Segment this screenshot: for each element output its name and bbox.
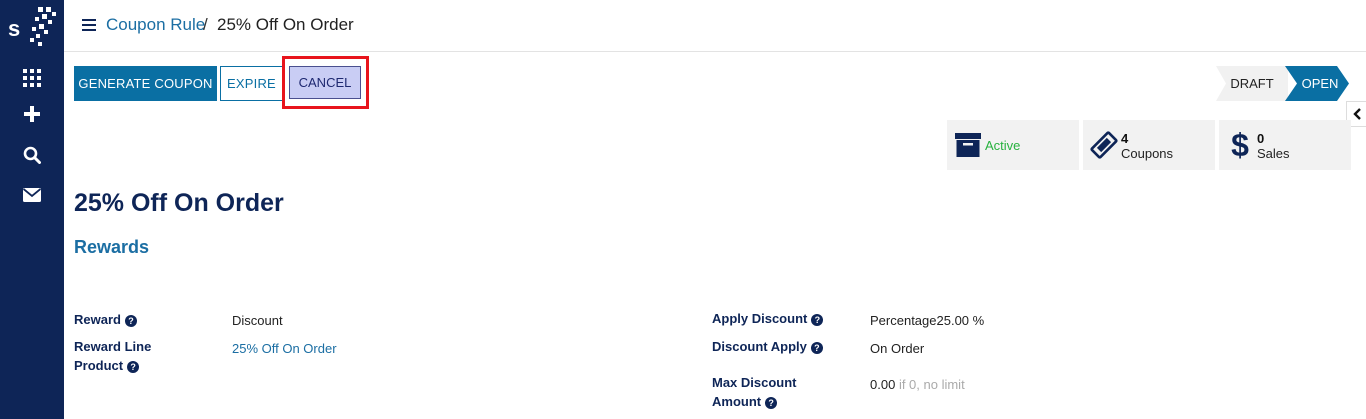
svg-text:$: $	[1231, 128, 1249, 162]
help-icon[interactable]: ?	[810, 342, 823, 354]
top-bar: Coupon Rule / 25% Off On Order	[64, 0, 1366, 52]
help-icon[interactable]: ?	[127, 361, 140, 373]
cancel-button[interactable]: CANCEL	[289, 66, 361, 99]
max-discount-hint: if 0, no limit	[898, 377, 965, 392]
breadcrumb-current: 25% Off On Order	[217, 15, 354, 34]
status-draft[interactable]: DRAFT	[1216, 66, 1288, 101]
sales-smart-button[interactable]: $ 0 Sales	[1219, 120, 1351, 170]
expire-button[interactable]: EXPIRE	[220, 66, 283, 101]
sales-label: Sales	[1257, 146, 1290, 161]
apps-grid-icon[interactable]	[20, 66, 44, 90]
archive-box-icon	[953, 130, 983, 160]
ticket-icon	[1089, 130, 1119, 160]
apply-discount-value: Percentage25.00 %	[870, 313, 985, 328]
sidebar: s	[0, 0, 64, 419]
reward-line-label-line2: Product	[74, 358, 124, 373]
cancel-button-highlight: CANCEL	[282, 56, 369, 109]
chevron-left-icon	[1352, 108, 1361, 120]
apply-discount-label: Apply Discount?	[712, 309, 824, 328]
max-discount-value: 0.00	[870, 377, 896, 392]
reward-line-product-label: Reward Line Product?	[74, 337, 151, 375]
active-smart-button[interactable]: Active	[947, 120, 1079, 170]
breadcrumb-separator: /	[203, 15, 208, 34]
discount-apply-label-text: Discount Apply	[712, 339, 807, 354]
svg-text:s: s	[8, 16, 20, 41]
reward-value: Discount	[232, 313, 283, 328]
sales-count: 0	[1257, 131, 1265, 146]
discount-apply-label: Discount Apply?	[712, 337, 823, 356]
apply-discount-label-text: Apply Discount	[712, 311, 808, 326]
help-icon[interactable]: ?	[811, 314, 824, 326]
section-title-rewards: Rewards	[74, 237, 150, 257]
plus-icon[interactable]	[20, 102, 44, 126]
generate-coupon-button[interactable]: GENERATE COUPON	[74, 66, 217, 101]
reward-label: Reward?	[74, 310, 137, 329]
active-status-text: Active	[985, 138, 1021, 153]
coupons-label: Coupons	[1121, 146, 1174, 161]
max-discount-label-line2: Amount	[712, 394, 762, 409]
max-discount-amount-label: Max Discount Amount?	[712, 373, 797, 411]
reward-label-text: Reward	[74, 312, 121, 327]
discount-apply-value: On Order	[870, 341, 925, 356]
mail-icon[interactable]	[20, 183, 44, 207]
help-icon[interactable]: ?	[124, 315, 137, 327]
status-open[interactable]: OPEN	[1285, 66, 1349, 101]
search-icon[interactable]	[20, 143, 44, 167]
reward-line-label-line1: Reward Line	[74, 339, 152, 354]
coupons-smart-button[interactable]: 4 Coupons	[1083, 120, 1215, 170]
coupons-count: 4	[1121, 131, 1129, 146]
max-discount-label-line1: Max Discount	[712, 375, 797, 390]
record-title: 25% Off On Order	[74, 189, 284, 217]
breadcrumb-parent-link[interactable]: Coupon Rule	[106, 15, 205, 35]
help-icon[interactable]: ?	[765, 397, 778, 409]
menu-toggle-icon[interactable]	[82, 19, 96, 31]
dollar-icon: $	[1225, 128, 1255, 162]
reward-line-product-link[interactable]: 25% Off On Order	[232, 339, 337, 358]
max-discount-amount-value: 0.00 if 0, no limit	[870, 375, 965, 394]
app-logo[interactable]: s	[8, 4, 58, 50]
